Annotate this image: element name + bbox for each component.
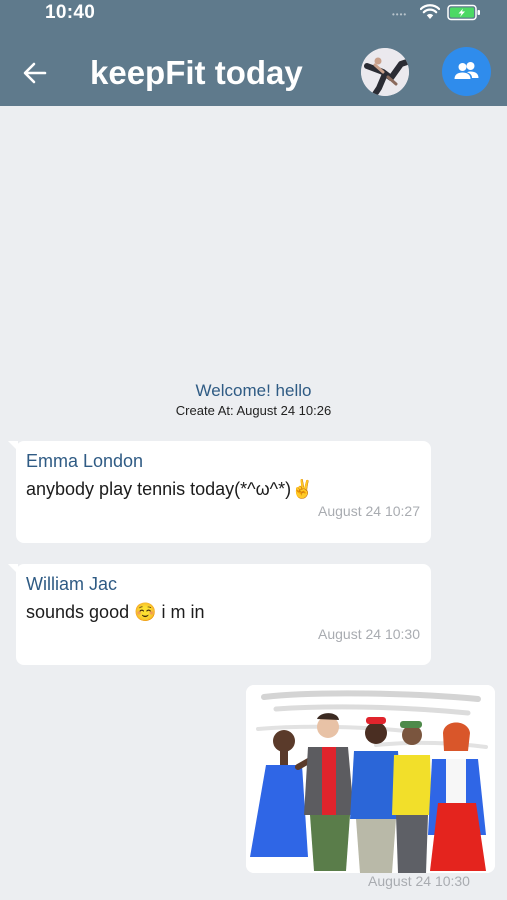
people-icon [454, 62, 479, 79]
created-timestamp: Create At: August 24 10:26 [175, 403, 332, 418]
message-bubble[interactable]: William Jac sounds good ☺️ i m in August… [8, 564, 431, 665]
status-bar: 10:40 •••• [0, 0, 507, 28]
sender-name: William Jac [26, 574, 118, 594]
back-button[interactable] [20, 58, 50, 88]
status-time: 10:40 [45, 2, 96, 23]
kick-pose-avatar-icon [361, 48, 409, 96]
wifi-icon [420, 4, 440, 19]
group-members-button[interactable] [442, 47, 491, 96]
chat-title: keepFit today [90, 54, 303, 91]
image-message[interactable] [246, 685, 495, 873]
chat-header: 10:40 •••• keepFit today [0, 0, 507, 106]
message-bubble[interactable]: Emma London anybody play tennis today(*^… [8, 441, 431, 543]
message-time: August 24 10:27 [318, 503, 420, 519]
message-text: sounds good ☺️ i m in [26, 602, 205, 622]
welcome-title: Welcome! hello [195, 381, 312, 400]
group-of-friends-illustration [246, 685, 495, 873]
message-time: August 24 10:30 [318, 626, 420, 642]
message-text: anybody play tennis today(*^ω^*)✌️ [26, 479, 314, 499]
group-avatar[interactable] [361, 48, 409, 96]
signal-icon: •••• [392, 10, 408, 19]
sender-name: Emma London [26, 451, 144, 471]
battery-icon [447, 4, 480, 21]
message-time: August 24 10:30 [368, 873, 470, 889]
